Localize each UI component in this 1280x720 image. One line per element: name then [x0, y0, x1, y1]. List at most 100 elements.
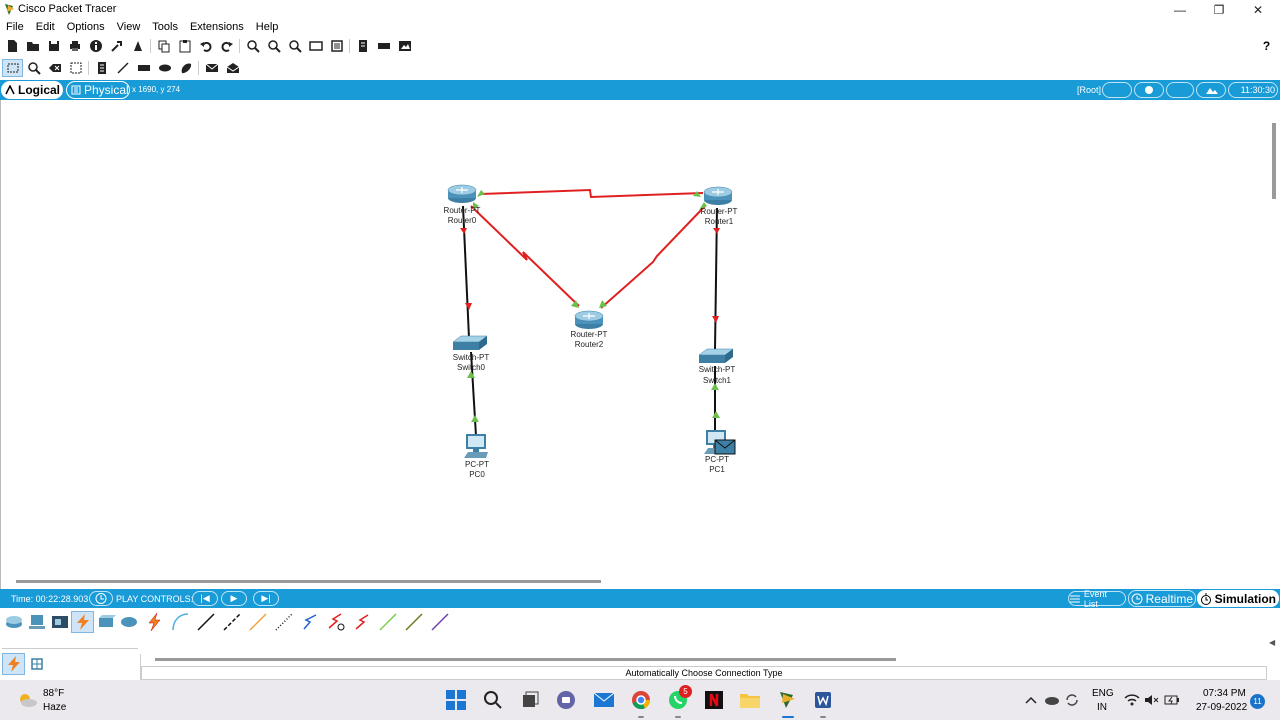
- serial-dte-icon[interactable]: [349, 611, 375, 633]
- components-icon[interactable]: [48, 611, 71, 633]
- router2-device[interactable]: [574, 310, 604, 329]
- iot-custom-cable-icon[interactable]: [401, 611, 427, 633]
- place-note-icon[interactable]: [91, 59, 112, 77]
- chrome-icon[interactable]: [629, 688, 653, 712]
- inspect-tool-icon[interactable]: [23, 59, 44, 77]
- workspace-vertical-scrollbar[interactable]: [1267, 120, 1280, 590]
- add-complex-pdu-icon[interactable]: [222, 59, 243, 77]
- network-wizard-icon[interactable]: [106, 37, 127, 55]
- tab-logical[interactable]: Logical: [1, 81, 63, 99]
- draw-ellipse-icon[interactable]: [154, 59, 175, 77]
- back-button[interactable]: |◀: [192, 591, 218, 606]
- octal-cable-icon[interactable]: [375, 611, 401, 633]
- taskbar-clock-date[interactable]: 27-09-2022: [1196, 702, 1247, 713]
- phone-cable-icon[interactable]: [271, 611, 297, 633]
- sync-icon[interactable]: [1062, 688, 1082, 712]
- custom-devices-icon[interactable]: [326, 37, 347, 55]
- paste-icon[interactable]: [174, 37, 195, 55]
- image-icon[interactable]: [394, 37, 415, 55]
- select-tool-icon[interactable]: [2, 59, 23, 77]
- zoom-out-icon[interactable]: [284, 37, 305, 55]
- copper-cross-over-icon[interactable]: [219, 611, 245, 633]
- delete-tool-icon[interactable]: [44, 59, 65, 77]
- console-cable-icon[interactable]: [167, 611, 193, 633]
- input-language[interactable]: ENG: [1092, 688, 1114, 699]
- router0-device[interactable]: [447, 184, 477, 203]
- close-button[interactable]: ✕: [1238, 0, 1278, 20]
- menu-options[interactable]: Options: [61, 21, 111, 36]
- coaxial-cable-icon[interactable]: [297, 611, 323, 633]
- windows-start-icon[interactable]: [444, 688, 468, 712]
- resize-tool-icon[interactable]: [65, 59, 86, 77]
- usb-cable-icon[interactable]: [427, 611, 453, 633]
- zoom-in-icon[interactable]: [242, 37, 263, 55]
- network-devices-icon[interactable]: [2, 611, 25, 633]
- draw-rectangle-icon[interactable]: [133, 59, 154, 77]
- workspace-horizontal-scroll-thumb[interactable]: [16, 580, 601, 583]
- freeform-icon[interactable]: [175, 59, 196, 77]
- environment-clock[interactable]: 11:30:30: [1228, 82, 1278, 98]
- event-list-button[interactable]: Event List: [1068, 589, 1126, 609]
- teams-chat-icon[interactable]: [554, 688, 578, 712]
- search-icon[interactable]: [481, 688, 505, 712]
- weather-description[interactable]: Haze: [43, 702, 66, 713]
- wifi-icon[interactable]: [1122, 688, 1142, 712]
- print-icon[interactable]: [64, 37, 85, 55]
- switch0-device[interactable]: [452, 335, 488, 350]
- cluster-icon[interactable]: [373, 37, 394, 55]
- info-icon[interactable]: [85, 37, 106, 55]
- menu-extensions[interactable]: Extensions: [184, 21, 250, 36]
- panel-scroll-arrow[interactable]: ◀: [1269, 638, 1275, 647]
- zoom-reset-icon[interactable]: [263, 37, 284, 55]
- volume-muted-icon[interactable]: [1142, 688, 1162, 712]
- mail-icon[interactable]: [592, 688, 616, 712]
- realtime-mode-button[interactable]: Realtime: [1128, 590, 1196, 607]
- fiber-icon[interactable]: [245, 611, 271, 633]
- activity-wizard-icon[interactable]: [127, 37, 148, 55]
- structured-cabling-icon[interactable]: [25, 653, 48, 675]
- connections-subcategory-icon[interactable]: [2, 653, 25, 675]
- topology-canvas[interactable]: [1, 100, 1267, 580]
- end-devices-icon[interactable]: [25, 611, 48, 633]
- new-cluster-button[interactable]: [1102, 82, 1132, 98]
- onedrive-cloud-icon[interactable]: [1042, 688, 1062, 712]
- switch1-device[interactable]: [698, 348, 734, 363]
- word-icon[interactable]: [811, 688, 835, 712]
- show-hidden-icons-chevron-icon[interactable]: [1021, 688, 1041, 712]
- vertical-scroll-thumb[interactable]: [1272, 123, 1276, 199]
- router1-device[interactable]: [703, 186, 733, 205]
- logical-workspace[interactable]: Router-PT Router0 Router-PT Router1 Rout…: [0, 100, 1280, 590]
- netflix-icon[interactable]: [702, 688, 726, 712]
- forward-button[interactable]: ▶|: [253, 591, 279, 606]
- menu-edit[interactable]: Edit: [30, 21, 61, 36]
- menu-tools[interactable]: Tools: [146, 21, 184, 36]
- move-object-button[interactable]: [1134, 82, 1164, 98]
- copper-straight-through-icon[interactable]: [193, 611, 219, 633]
- simulation-mode-button[interactable]: Simulation: [1197, 590, 1279, 607]
- input-region[interactable]: IN: [1097, 702, 1107, 713]
- pc0-device[interactable]: [464, 434, 488, 458]
- serial-link-router0-router1[interactable]: [480, 188, 704, 199]
- add-simple-pdu-icon[interactable]: [201, 59, 222, 77]
- set-tiled-background-button[interactable]: [1166, 82, 1194, 98]
- draw-line-icon[interactable]: [112, 59, 133, 77]
- device-panel-scroll-thumb[interactable]: [155, 658, 896, 661]
- miscellaneous-icon[interactable]: [94, 611, 117, 633]
- fast-forward-time-button[interactable]: [89, 591, 113, 606]
- connections-icon[interactable]: [71, 611, 94, 633]
- help-button[interactable]: ?: [1256, 37, 1277, 55]
- new-file-icon[interactable]: [1, 37, 22, 55]
- menu-file[interactable]: File: [0, 21, 30, 36]
- root-breadcrumb[interactable]: [Root]: [1077, 85, 1101, 95]
- tab-physical[interactable]: Physical: [66, 81, 130, 99]
- notification-center-badge[interactable]: 11: [1250, 694, 1265, 709]
- redo-icon[interactable]: [216, 37, 237, 55]
- drawing-palette-icon[interactable]: [305, 37, 326, 55]
- menu-view[interactable]: View: [111, 21, 147, 36]
- minimize-button[interactable]: —: [1160, 0, 1200, 20]
- serial-dce-icon[interactable]: [323, 611, 349, 633]
- open-folder-icon[interactable]: [22, 37, 43, 55]
- taskbar-clock-time[interactable]: 07:34 PM: [1203, 688, 1246, 699]
- multiuser-icon[interactable]: [117, 611, 140, 633]
- weather-haze-icon[interactable]: [16, 691, 38, 709]
